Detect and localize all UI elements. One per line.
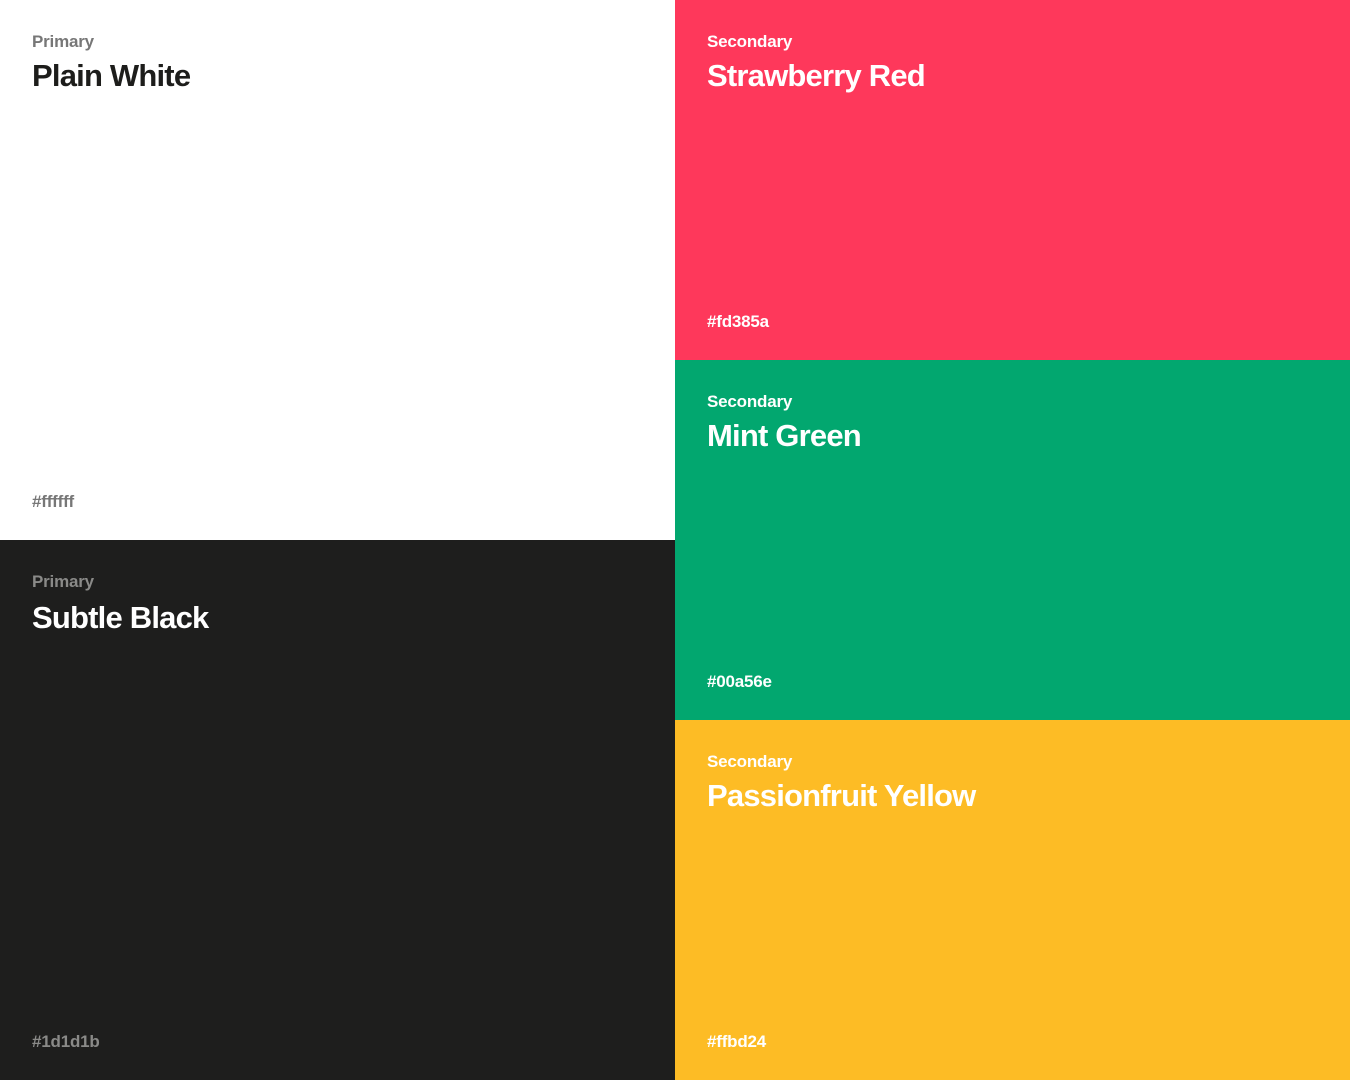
swatch-tier-label: Secondary [707, 32, 793, 51]
swatch-tier-label: Primary [32, 572, 94, 591]
swatch-passionfruit-yellow: Secondary Passionfruit Yellow #ffbd24 [675, 720, 1350, 1080]
swatch-color-name: Passionfruit Yellow [707, 778, 976, 813]
swatch-tier-label: Secondary [707, 392, 793, 411]
swatch-plain-white: Primary Plain White #ffffff [0, 0, 675, 540]
swatch-color-name: Plain White [32, 58, 191, 93]
swatch-strawberry-red: Secondary Strawberry Red #fd385a [675, 0, 1350, 360]
swatch-color-name: Mint Green [707, 418, 862, 453]
swatch-hex-code: #ffffff [32, 492, 75, 511]
swatch-hex-code: #ffbd24 [707, 1032, 767, 1051]
swatch-tier-label: Secondary [707, 752, 793, 771]
swatch-mint-green: Secondary Mint Green #00a56e [675, 360, 1350, 720]
swatch-hex-code: #00a56e [707, 672, 772, 691]
swatch-tier-label: Primary [32, 32, 94, 51]
color-palette: Primary Plain White #ffffff Primary Subt… [0, 0, 1350, 1080]
swatch-subtle-black: Primary Subtle Black #1d1d1b [0, 540, 675, 1080]
swatch-hex-code: #1d1d1b [32, 1032, 100, 1051]
swatch-hex-code: #fd385a [707, 312, 769, 331]
swatch-color-name: Strawberry Red [707, 58, 926, 93]
swatch-color-name: Subtle Black [32, 600, 209, 635]
